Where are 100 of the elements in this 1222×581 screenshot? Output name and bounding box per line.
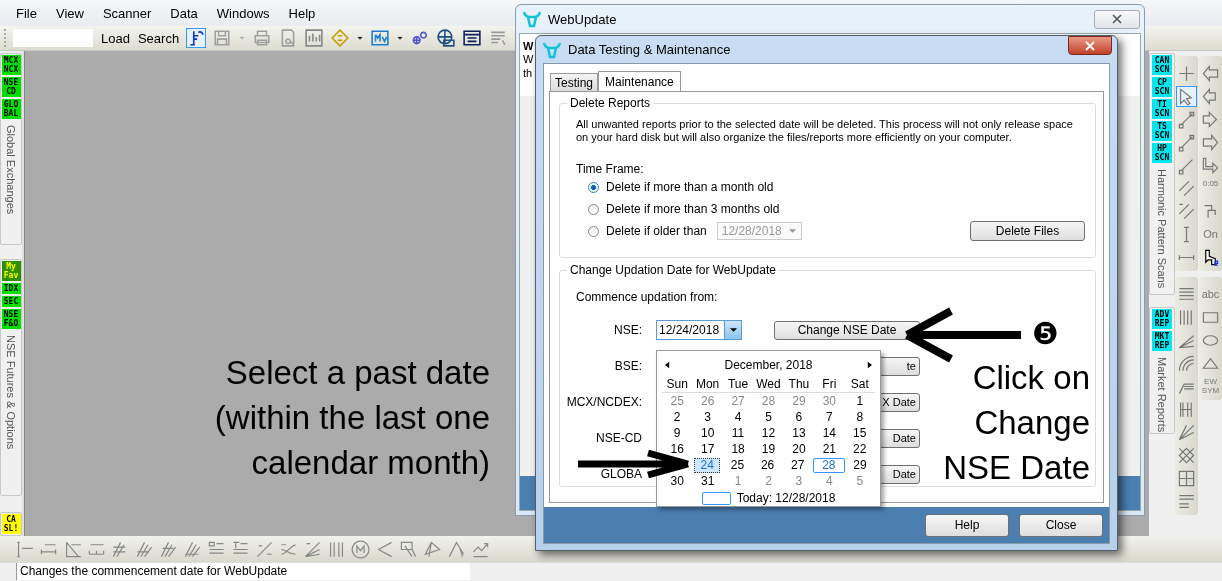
- scanner-badge[interactable]: NSE F&O: [1, 309, 21, 330]
- wave-tool[interactable]: EW SYM: [1201, 377, 1220, 396]
- radio-label[interactable]: Delete if more than a month old: [606, 180, 774, 194]
- radio-button[interactable]: [588, 203, 599, 215]
- calendar-day[interactable]: 1: [854, 393, 866, 409]
- calendar-day[interactable]: 30: [820, 393, 838, 409]
- grid-icon[interactable]: [1177, 469, 1196, 488]
- today-link[interactable]: Today: 12/28/2018: [736, 491, 836, 505]
- fan-icon[interactable]: [303, 539, 322, 559]
- calendar-day[interactable]: 21: [820, 441, 838, 457]
- calendar-day[interactable]: 22: [851, 441, 869, 457]
- scanner-badge[interactable]: HP SCN: [1152, 143, 1172, 163]
- toolbar-button[interactable]: Load: [99, 30, 132, 46]
- scanner-badge[interactable]: CAN SCN: [1152, 55, 1172, 75]
- calendar-day[interactable]: 17: [698, 441, 717, 457]
- panel-title[interactable]: Harmonic Pattern Scans: [1156, 169, 1168, 289]
- menu-item[interactable]: Windows: [209, 5, 277, 21]
- dropdown-button[interactable]: [724, 321, 741, 339]
- ruler-icon[interactable]: [15, 539, 34, 559]
- calendar-day[interactable]: 3: [702, 409, 713, 425]
- line-icon[interactable]: [1177, 133, 1196, 152]
- radio-label[interactable]: Delete if more than 3 months old: [606, 202, 780, 216]
- gears-icon[interactable]: [411, 29, 430, 47]
- calendar-day[interactable]: 27: [729, 393, 747, 409]
- printer-icon[interactable]: [253, 29, 272, 47]
- calendar-day[interactable]: 25: [728, 457, 747, 473]
- angle-icon[interactable]: [375, 539, 394, 559]
- calendar-day[interactable]: 2: [763, 473, 774, 489]
- menu-item[interactable]: View: [48, 5, 91, 21]
- lattice-icon[interactable]: [1177, 446, 1196, 465]
- date-field[interactable]: 12/24/2018: [656, 320, 742, 340]
- fan-lines-icon[interactable]: [159, 539, 178, 559]
- pitchfork-icon[interactable]: [447, 539, 466, 559]
- scanner-badge[interactable]: My Fav: [1, 261, 21, 282]
- radio-button[interactable]: [588, 181, 599, 193]
- calendar-day[interactable]: 26: [698, 393, 717, 409]
- calendar-day[interactable]: 19: [759, 441, 778, 457]
- arcs-icon[interactable]: [1177, 354, 1196, 373]
- calendar-day[interactable]: 3: [793, 473, 805, 489]
- scanner-badge[interactable]: GLO BAL: [1, 99, 21, 119]
- scanner-badge[interactable]: TI SCN: [1152, 99, 1172, 119]
- calendar-day[interactable]: 25: [668, 393, 686, 409]
- calendar-day[interactable]: 7: [823, 409, 835, 425]
- delete-files-button[interactable]: Delete Files: [970, 221, 1085, 241]
- menu-item[interactable]: Data: [163, 5, 205, 21]
- calendar-day[interactable]: 20: [790, 441, 808, 457]
- month-title[interactable]: December, 2018: [724, 358, 813, 372]
- scanner-badge[interactable]: ADV REP: [1152, 309, 1172, 329]
- plus-icon[interactable]: [1177, 64, 1196, 83]
- tab[interactable]: Maintenance: [598, 71, 681, 92]
- calendar-day[interactable]: 15: [851, 425, 869, 441]
- radio-label[interactable]: Delete if older than: [606, 224, 707, 238]
- fibonacci-tool-icon[interactable]: [187, 29, 206, 47]
- grid-lines-icon[interactable]: [1177, 492, 1196, 511]
- panel-title[interactable]: Global Exchanges: [5, 125, 17, 215]
- window-icon[interactable]: [463, 29, 482, 47]
- menu-item[interactable]: File: [9, 5, 44, 21]
- panel-title[interactable]: Market Reports: [1156, 357, 1168, 433]
- menu-item[interactable]: Scanner: [95, 5, 159, 21]
- next-month-icon[interactable]: [867, 361, 872, 369]
- calendar-day[interactable]: 26: [758, 457, 777, 473]
- panel-title[interactable]: NSE Futures & Options: [5, 335, 17, 450]
- calendar-day[interactable]: 28: [812, 457, 845, 473]
- slash-icon[interactable]: [255, 539, 274, 559]
- calendar-day[interactable]: 4: [823, 473, 835, 489]
- calendar-day[interactable]: 6: [793, 409, 805, 425]
- calendar-day[interactable]: 30: [668, 473, 686, 489]
- dialog-button[interactable]: Close: [1019, 513, 1103, 537]
- ruler-icon[interactable]: [63, 539, 82, 559]
- fan-lines-icon[interactable]: [183, 539, 202, 559]
- arrow-icon[interactable]: [1201, 110, 1220, 129]
- on-tool[interactable]: On: [1203, 225, 1218, 244]
- menu-item[interactable]: Help: [281, 5, 323, 21]
- arrow-icon[interactable]: [1201, 156, 1220, 175]
- time-tool[interactable]: 0:05: [1202, 179, 1219, 198]
- change-date-button[interactable]: Change NSE Date: [774, 320, 920, 340]
- scanner-badge[interactable]: MKT REP: [1152, 331, 1172, 351]
- parallel-lines-icon[interactable]: [1177, 179, 1196, 198]
- calendar-day[interactable]: 12: [759, 425, 778, 441]
- radio-button[interactable]: [588, 225, 599, 237]
- toolbar-button[interactable]: Search: [135, 30, 182, 46]
- dialog-button[interactable]: Help: [925, 513, 1009, 537]
- scanner-badge[interactable]: SEC: [1, 296, 21, 308]
- fan-lines-icon[interactable]: [135, 539, 154, 559]
- scanner-badge[interactable]: TS SCN: [1152, 121, 1172, 141]
- triangle-pattern-icon[interactable]: [423, 539, 442, 559]
- calendar-day[interactable]: 18: [729, 441, 747, 457]
- calendar-day[interactable]: 14: [820, 425, 838, 441]
- parallel-lines-icon[interactable]: [1177, 202, 1196, 221]
- calendar-day[interactable]: 4: [732, 409, 744, 425]
- calendar-day[interactable]: 16: [668, 441, 686, 457]
- fan-lines-icon[interactable]: [1177, 423, 1196, 442]
- scanner-badge[interactable]: IDX: [1, 283, 21, 295]
- pattern-icon[interactable]: [399, 539, 418, 559]
- calendar-day[interactable]: 2: [671, 409, 683, 425]
- calendar-day[interactable]: 1: [732, 473, 744, 489]
- calendar-day[interactable]: 5: [763, 409, 774, 425]
- globe-computer-icon[interactable]: [437, 29, 456, 47]
- save-icon[interactable]: [213, 29, 232, 47]
- calendar-day[interactable]: 29: [851, 457, 869, 473]
